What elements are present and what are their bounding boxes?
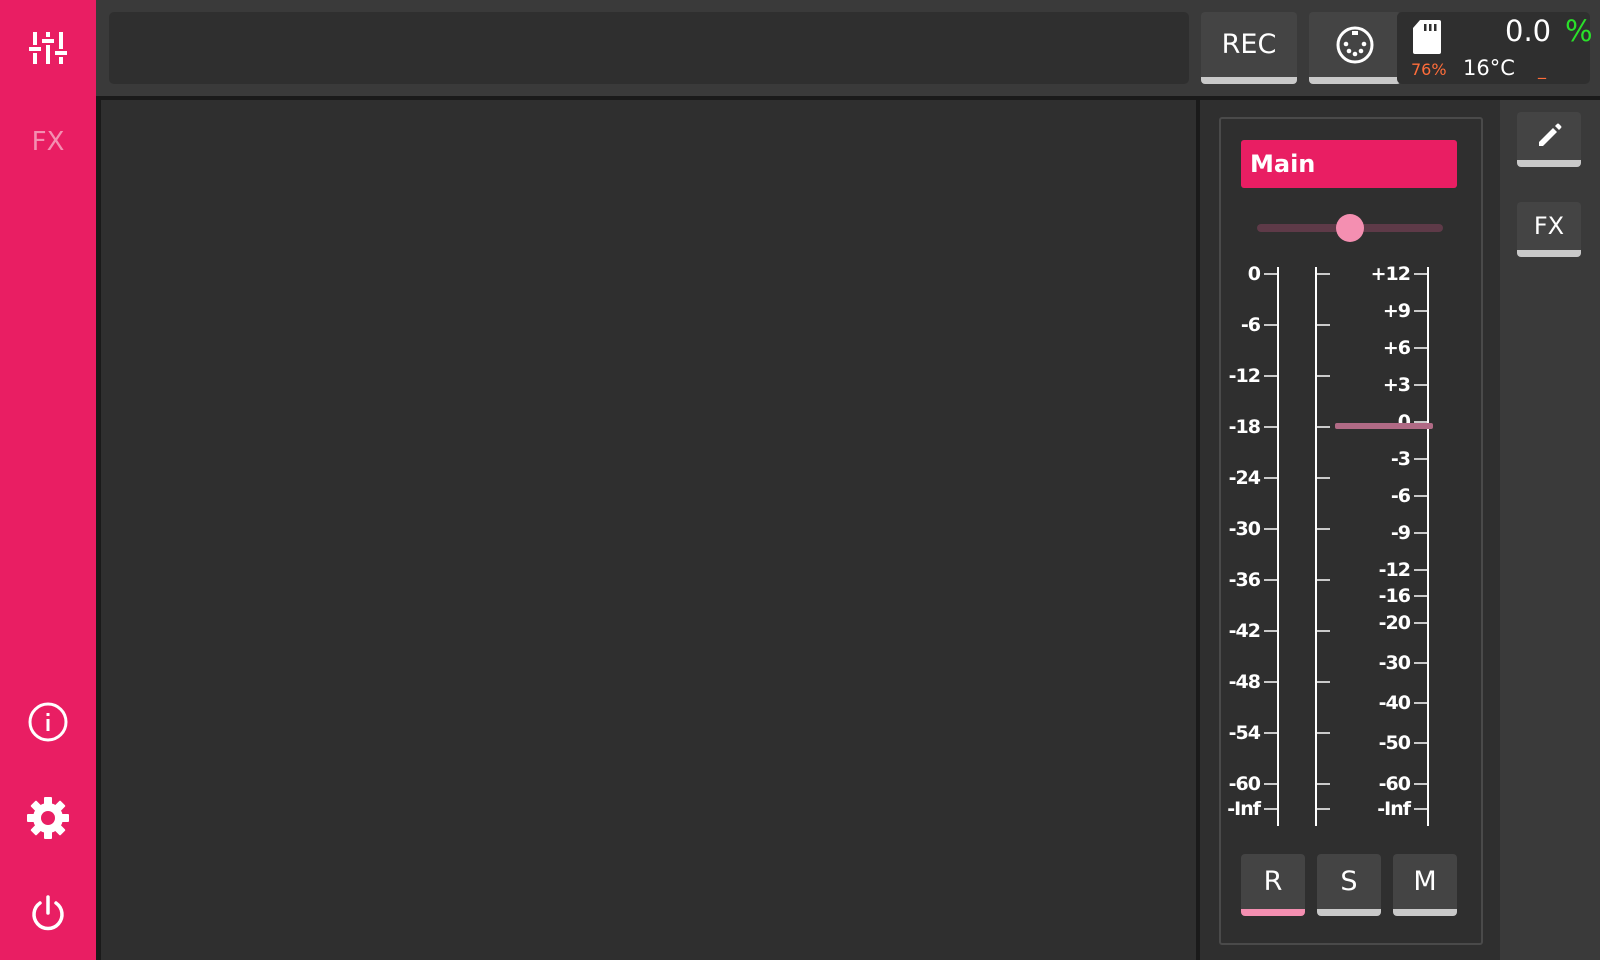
sidebar: FX: [0, 0, 96, 960]
strip-divider: [1196, 100, 1200, 960]
sd-usage: 76%: [1411, 60, 1447, 79]
level-meter: 0-6-12-18-24-30-36-42-48-54-60-Inf+12+9+…: [1227, 263, 1433, 826]
left-scale-label: -6: [1241, 314, 1261, 336]
fader-scale-label: 0: [1398, 411, 1411, 433]
temperature: 16°C: [1463, 56, 1515, 80]
info-button[interactable]: [0, 684, 96, 760]
rec-label: REC: [1221, 29, 1277, 60]
fader-handle: [1335, 423, 1433, 429]
left-scale-label: -60: [1229, 773, 1261, 795]
left-scale-label: -30: [1229, 518, 1261, 540]
fader-scale-label: +3: [1383, 374, 1410, 396]
left-scale-label: 0: [1248, 263, 1261, 285]
left-scale-label: -18: [1229, 416, 1261, 438]
top-divider: [96, 96, 1600, 100]
settings-button[interactable]: [0, 780, 96, 856]
fader-scale-label: +12: [1371, 263, 1410, 285]
sd-card-icon: [1413, 20, 1441, 54]
strip-fx-label: FX: [1533, 212, 1565, 240]
info-icon: [28, 702, 68, 742]
fader-scale-label: -30: [1379, 652, 1411, 674]
solo-button[interactable]: S: [1317, 854, 1381, 916]
mute-label: M: [1413, 866, 1437, 897]
fader-scale-label: -6: [1391, 485, 1411, 507]
fader-scale-label: -20: [1379, 612, 1411, 634]
strip-fx-button[interactable]: FX: [1517, 202, 1581, 257]
message-area: [109, 12, 1189, 84]
midi-button[interactable]: [1309, 12, 1401, 84]
rec-button[interactable]: REC: [1201, 12, 1297, 84]
fader-scale-label: -16: [1379, 585, 1411, 607]
record-arm-label: R: [1263, 866, 1283, 897]
left-scale-label: -36: [1229, 569, 1261, 591]
fader-scale-label: -60: [1379, 773, 1411, 795]
fader-scale-label: -3: [1391, 448, 1410, 470]
power-icon: [32, 895, 64, 931]
mute-button[interactable]: M: [1393, 854, 1457, 916]
channel-strip: Main 0 -6 -12 -18 -24 -30 -36 -42 -48 -54 -60 -Inf +…: [1219, 117, 1483, 945]
fader-scale-label: -Inf: [1377, 798, 1411, 820]
gear-icon: [27, 797, 69, 839]
left-scale-label: -48: [1229, 671, 1261, 693]
power-button[interactable]: [0, 876, 96, 952]
mixer-nav-button[interactable]: [0, 10, 96, 86]
pencil-icon: [1539, 123, 1562, 146]
fx-nav-button[interactable]: FX: [0, 110, 96, 174]
left-scale-label: -12: [1229, 365, 1260, 387]
left-scale-label: -24: [1229, 467, 1261, 489]
solo-label: S: [1340, 866, 1358, 897]
fader-scale-label: -40: [1379, 692, 1411, 714]
status-indicator: _: [1538, 60, 1546, 79]
midi-din-icon: [1336, 26, 1374, 63]
record-arm-button[interactable]: R: [1241, 854, 1305, 916]
fader-scale-label: -50: [1379, 732, 1411, 754]
edit-button[interactable]: [1517, 112, 1581, 167]
fader-scale-label: -9: [1391, 522, 1410, 544]
fader-scale-label: +9: [1383, 300, 1410, 322]
cpu-unit: %: [1565, 14, 1593, 48]
main-workspace: [101, 101, 1196, 960]
system-status: 76% 16°C 0.0 % _: [1397, 12, 1593, 84]
left-scale-label: -54: [1229, 722, 1261, 744]
fader-scale-label: +6: [1383, 337, 1411, 359]
left-scale-label: -Inf: [1227, 798, 1261, 820]
cpu-value: 0.0: [1505, 14, 1552, 48]
fx-nav-label: FX: [31, 127, 65, 157]
fader-scale-label: -12: [1379, 559, 1410, 581]
left-scale-label: -42: [1229, 620, 1260, 642]
mixer-sliders-icon: [29, 32, 67, 64]
